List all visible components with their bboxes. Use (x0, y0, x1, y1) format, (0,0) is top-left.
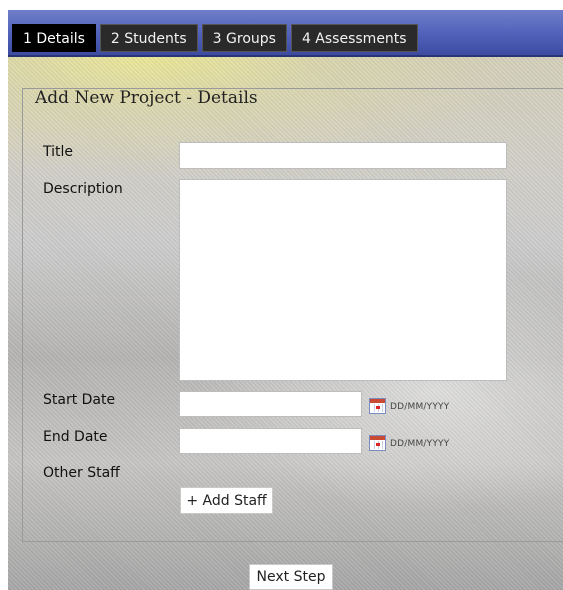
calendar-icon[interactable] (369, 435, 386, 451)
tab-assessments[interactable]: 4 Assessments (290, 24, 418, 52)
end-date-label: End Date (43, 429, 108, 445)
description-textarea[interactable] (179, 179, 507, 381)
title-label: Title (43, 144, 74, 160)
calendar-icon[interactable] (369, 398, 386, 414)
other-staff-label: Other Staff (43, 465, 120, 481)
tab-groups[interactable]: 3 Groups (201, 24, 287, 52)
header-bar: 1 Details 2 Students 3 Groups 4 Assessme… (8, 10, 563, 57)
start-date-label: Start Date (43, 392, 116, 408)
description-label: Description (43, 181, 123, 197)
start-date-input[interactable] (179, 391, 362, 417)
tab-students[interactable]: 2 Students (99, 24, 198, 52)
start-date-format-hint: DD/MM/YYYY (390, 402, 450, 412)
end-date-input[interactable] (179, 428, 362, 454)
panel-title: Add New Project - Details (35, 88, 258, 108)
end-date-format-hint: DD/MM/YYYY (390, 439, 450, 449)
add-staff-button[interactable]: + Add Staff (180, 487, 273, 514)
tab-details[interactable]: 1 Details (12, 24, 96, 52)
next-step-button[interactable]: Next Step (249, 564, 333, 590)
app-frame: 1 Details 2 Students 3 Groups 4 Assessme… (8, 10, 563, 590)
title-input[interactable] (179, 142, 507, 169)
step-tabs: 1 Details 2 Students 3 Groups 4 Assessme… (12, 24, 418, 52)
